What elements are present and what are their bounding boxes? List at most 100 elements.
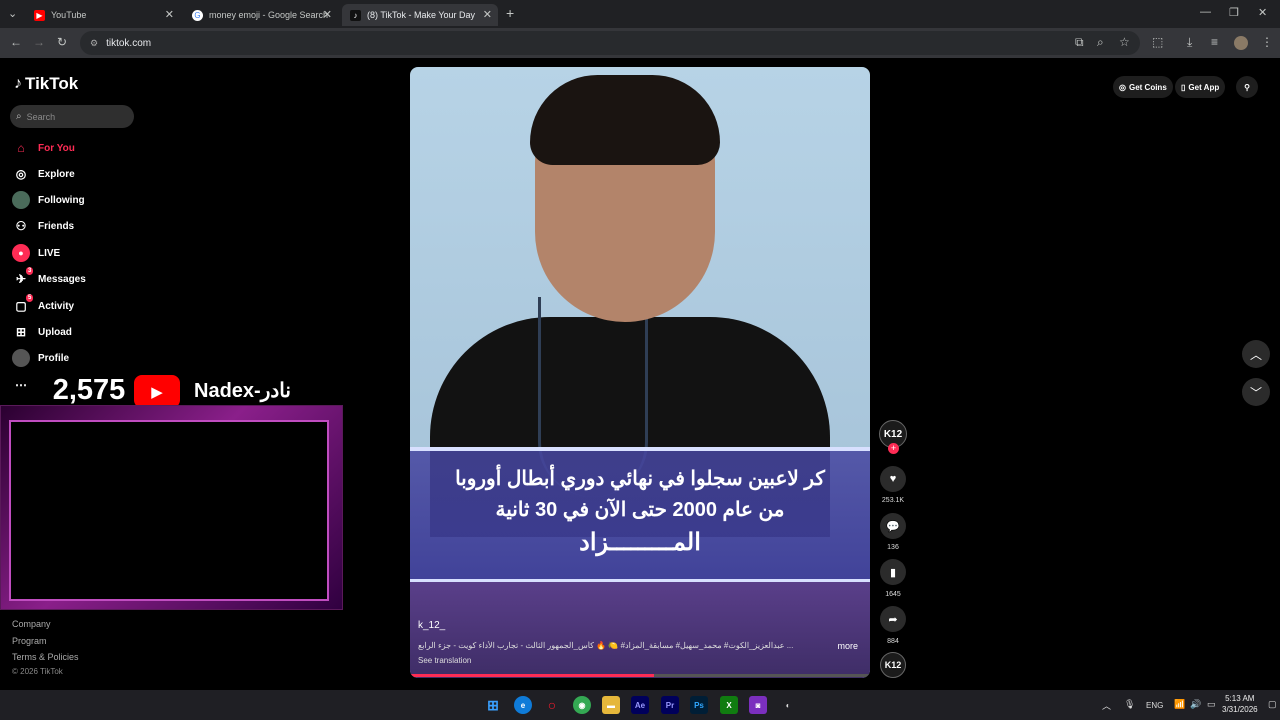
channel-name: Nadex-نادر: [194, 380, 291, 402]
obs-icon[interactable]: ◐: [779, 696, 797, 714]
taskbar-clock[interactable]: 5:13 AM 3/31/2026: [1222, 693, 1258, 715]
maximize-icon[interactable]: ❐: [1229, 6, 1239, 19]
tiktok-logo[interactable]: ♪ TikTok: [14, 74, 78, 94]
opera-icon[interactable]: ○: [543, 696, 561, 714]
tab-google-search[interactable]: G money emoji - Google Search ✕: [184, 4, 338, 26]
reload-icon[interactable]: ↻: [57, 35, 67, 49]
video-description: عبدالعزيز_الكوت# محمد_سهيل# مسابقة_المزا…: [418, 641, 794, 650]
youtube-logo-icon: ▶: [134, 375, 180, 408]
footer-link-terms[interactable]: Terms & Policies: [12, 652, 79, 662]
url-text: tiktok.com: [106, 37, 152, 49]
back-icon[interactable]: ←: [10, 35, 22, 49]
extensions-icon[interactable]: ⬚: [1152, 35, 1163, 49]
get-app-button[interactable]: ▯ Get App: [1175, 76, 1226, 98]
after-effects-icon[interactable]: Ae: [631, 696, 649, 714]
sidebar-item-messages[interactable]: ✈ 3 Messages: [12, 267, 86, 289]
zoom-icon[interactable]: ⌕: [1097, 35, 1104, 50]
tab-title: YouTube: [51, 10, 87, 20]
save-button[interactable]: ▮: [880, 559, 906, 585]
next-video-button[interactable]: ﹀: [1242, 378, 1270, 406]
follow-plus-icon[interactable]: +: [888, 443, 899, 454]
activity-icon: ▢ 5: [15, 294, 34, 313]
sidebar-item-profile[interactable]: Profile: [12, 348, 69, 368]
sidebar-item-following[interactable]: Following: [12, 190, 85, 210]
chrome-menu-icon[interactable]: ⋮: [1261, 35, 1273, 49]
new-tab-icon[interactable]: +: [506, 5, 514, 21]
sidebar-item-label: LIVE: [38, 247, 61, 259]
get-coins-button[interactable]: ◎ Get Coins: [1113, 76, 1173, 98]
wifi-icon[interactable]: 📶: [1174, 699, 1185, 710]
share-arrow-icon: ➦: [888, 613, 898, 626]
profile-icon: [12, 349, 30, 367]
windows-start-icon[interactable]: ⊞: [484, 696, 502, 714]
coin-icon: ◎: [1119, 82, 1126, 92]
close-tab-icon[interactable]: ✕: [323, 8, 332, 21]
description-more-link[interactable]: more: [837, 641, 858, 651]
chrome-icon[interactable]: ◉: [573, 696, 591, 714]
photoshop-icon[interactable]: Ps: [690, 696, 708, 714]
language-indicator[interactable]: ENG: [1146, 701, 1163, 710]
minimize-icon[interactable]: —: [1200, 6, 1211, 18]
search-input[interactable]: ⌕ Search: [10, 105, 134, 128]
video-progress-bar[interactable]: [410, 674, 870, 677]
forward-icon[interactable]: →: [33, 35, 45, 49]
tray-overflow-icon[interactable]: ︿: [1102, 699, 1111, 712]
sound-disc[interactable]: K12: [880, 652, 906, 678]
like-button[interactable]: ♥: [880, 466, 906, 492]
sidebar-item-label: For You: [38, 142, 75, 154]
microphone-icon[interactable]: 🎙: [1124, 699, 1135, 710]
sidebar-item-friends[interactable]: ⚇ Friends: [12, 216, 75, 236]
reading-list-icon[interactable]: ≡: [1211, 35, 1218, 49]
video-author[interactable]: k_12_: [418, 620, 445, 631]
close-window-icon[interactable]: ✕: [1258, 6, 1267, 19]
sidebar-more[interactable]: ⋯: [12, 375, 38, 395]
app-icon[interactable]: ◙: [749, 696, 767, 714]
footer-link-company[interactable]: Company: [12, 619, 51, 629]
footer-link-program[interactable]: Program: [12, 636, 47, 646]
comment-button[interactable]: 💬: [880, 513, 906, 539]
live-icon: ●: [12, 244, 30, 262]
chevron-up-icon: ︿: [1249, 347, 1262, 362]
previous-video-button[interactable]: ︿: [1242, 340, 1270, 368]
close-tab-icon[interactable]: ✕: [483, 8, 492, 21]
youtube-icon: ▶: [34, 9, 45, 21]
user-icon: ⚲: [1244, 82, 1250, 92]
notification-icon[interactable]: ▢: [1268, 699, 1277, 710]
sidebar-item-explore[interactable]: ◎ Explore: [12, 164, 75, 184]
battery-icon[interactable]: ▭: [1207, 699, 1216, 710]
volume-icon[interactable]: 🔊: [1190, 699, 1201, 710]
premiere-icon[interactable]: Pr: [661, 696, 679, 714]
xbox-icon[interactable]: X: [720, 696, 738, 714]
search-icon: ⌕: [16, 111, 22, 122]
sidebar-item-upload[interactable]: ⊞ Upload: [12, 322, 72, 342]
site-info-icon[interactable]: ⚙: [90, 38, 98, 49]
tab-youtube[interactable]: ▶ YouTube ✕: [26, 4, 180, 26]
caption-line-3: المـــــــــزاد: [579, 529, 701, 556]
edge-icon[interactable]: e: [514, 696, 532, 714]
browser-tab-strip: ⌄ ▶ YouTube ✕ G money emoji - Google Sea…: [0, 0, 1280, 28]
address-bar[interactable]: ⚙ tiktok.com: [80, 31, 1140, 55]
file-explorer-icon[interactable]: ▬: [602, 696, 620, 714]
cast-icon[interactable]: ⧉: [1075, 35, 1084, 50]
tiktok-note-icon: ♪: [14, 75, 22, 92]
profile-avatar-icon[interactable]: [1234, 36, 1248, 50]
phone-icon: ▯: [1181, 82, 1186, 92]
close-tab-icon[interactable]: ✕: [165, 8, 174, 21]
tab-tiktok[interactable]: ♪ (8) TikTok - Make Your Day ✕: [342, 4, 498, 26]
sidebar-item-label: Messages: [38, 273, 86, 285]
sidebar-item-live[interactable]: ● LIVE: [12, 243, 60, 263]
save-count: 1645: [885, 591, 901, 598]
bookmark-star-icon[interactable]: ☆: [1119, 35, 1130, 49]
tab-search-icon[interactable]: ⌄: [8, 7, 17, 20]
user-avatar[interactable]: ⚲: [1236, 76, 1258, 98]
sidebar-item-label: Explore: [38, 168, 75, 180]
video-player[interactable]: كر لاعبين سجلوا في نهائي دوري أبطال أورو…: [410, 67, 870, 678]
downloads-icon[interactable]: ⤓: [1187, 35, 1192, 50]
sidebar-item-for-you[interactable]: ⌂ For You: [12, 138, 75, 158]
upload-icon: ⊞: [15, 325, 27, 339]
share-button[interactable]: ➦: [880, 606, 906, 632]
sidebar-item-activity[interactable]: ▢ 5 Activity: [12, 294, 74, 316]
messages-icon: ✈ 3: [15, 267, 34, 286]
see-translation-link[interactable]: See translation: [418, 656, 471, 665]
video-person-hair: [530, 75, 720, 165]
